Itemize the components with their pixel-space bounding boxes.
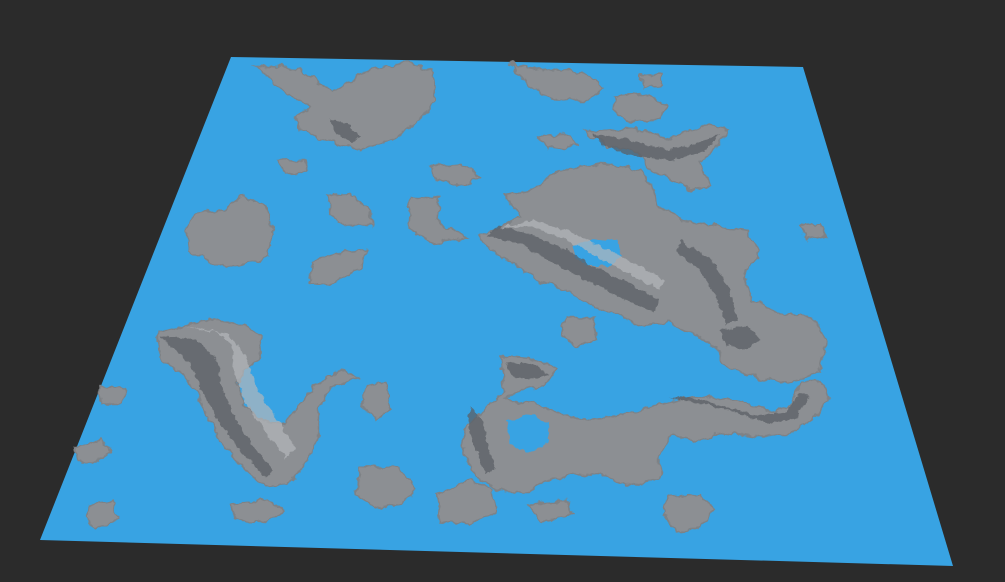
terrain-render <box>0 0 1005 582</box>
small-islet <box>279 159 309 175</box>
small-islet <box>638 73 663 89</box>
3d-viewport[interactable] <box>0 0 1005 582</box>
small-islet <box>99 385 127 405</box>
small-islet <box>538 133 580 149</box>
